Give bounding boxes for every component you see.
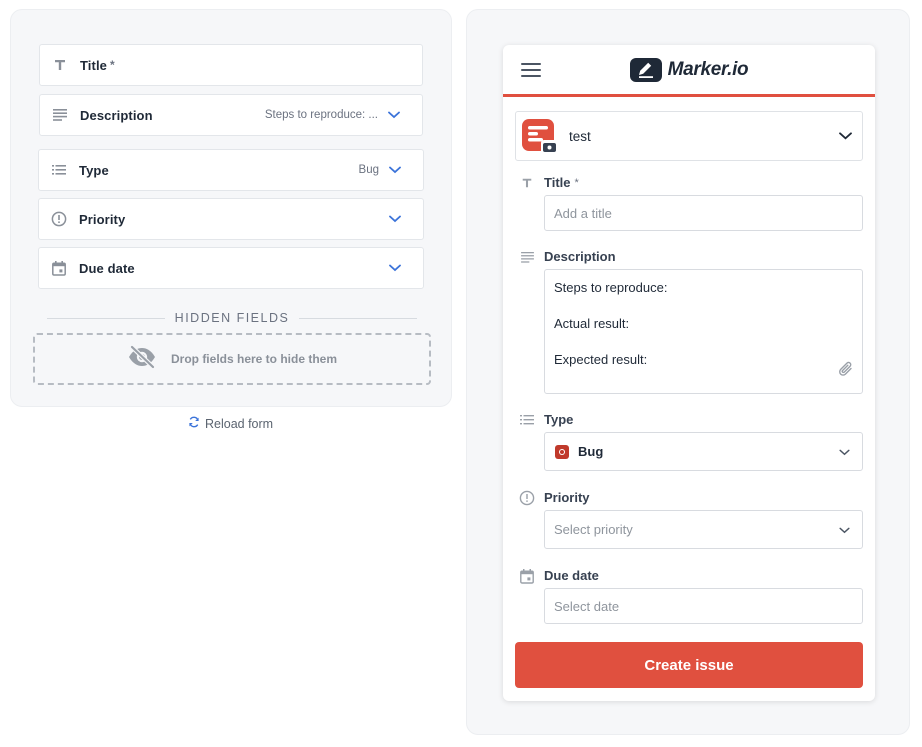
refresh-icon <box>188 416 200 431</box>
hidden-fields-header: HIDDEN FIELDS <box>47 308 417 328</box>
divider <box>299 317 417 319</box>
type-select[interactable]: Bug <box>544 432 863 471</box>
priority-icon <box>39 211 79 227</box>
builder-field-label: Priority <box>79 211 126 227</box>
title-label-text: Title <box>544 175 571 190</box>
brand-name: Marker.io <box>667 58 749 80</box>
chevron-down-icon[interactable] <box>388 111 404 119</box>
lines-icon <box>519 249 535 265</box>
eye-off-icon <box>127 344 157 374</box>
reload-form-link[interactable]: Reload form <box>188 416 273 431</box>
due-date-input[interactable] <box>544 588 863 624</box>
form-builder-panel: Title * Description Steps to reproduce: … <box>10 9 452 407</box>
builder-field-default-value: Steps to reproduce: ... <box>264 109 378 121</box>
lines-icon <box>40 109 80 121</box>
priority-placeholder: Select priority <box>554 522 633 537</box>
builder-field-label: Description <box>80 107 153 123</box>
priority-label-text: Priority <box>544 490 590 505</box>
description-line: Actual result: <box>554 316 630 331</box>
widget-preview-panel: Marker.io test Title * Descri <box>466 9 910 735</box>
builder-field-label: Type <box>79 162 109 178</box>
description-label-text: Description <box>544 249 616 264</box>
project-avatar <box>522 118 558 154</box>
widget-card: Marker.io test Title * Descri <box>503 45 875 701</box>
dropzone-text: Drop fields here to hide them <box>170 352 338 366</box>
chevron-down-icon <box>839 443 850 461</box>
priority-icon <box>519 490 535 506</box>
calendar-icon <box>519 568 535 584</box>
title-label: Title * <box>522 175 579 190</box>
description-textarea[interactable]: Steps to reproduce: Actual result: Expec… <box>544 269 863 394</box>
priority-label: Priority <box>519 490 590 506</box>
hidden-fields-dropzone[interactable]: Drop fields here to hide them <box>33 333 431 385</box>
description-line: Expected result: <box>554 352 648 367</box>
divider <box>47 317 165 319</box>
text-icon <box>519 175 535 191</box>
required-mark: * <box>110 58 115 72</box>
menu-icon[interactable] <box>521 63 541 77</box>
due-date-label: Due date <box>520 568 599 584</box>
builder-field-description[interactable]: Description Steps to reproduce: ... <box>39 94 423 136</box>
chevron-down-icon <box>839 127 852 145</box>
create-issue-button[interactable]: Create issue <box>515 642 863 688</box>
chevron-down-icon[interactable] <box>389 166 405 174</box>
builder-field-type[interactable]: Type Bug <box>38 149 424 191</box>
required-mark: * <box>574 176 579 189</box>
chevron-down-icon[interactable] <box>389 264 405 272</box>
reload-form-label: Reload form <box>205 416 274 431</box>
builder-field-label: Due date <box>79 260 135 276</box>
builder-field-title[interactable]: Title * <box>39 44 423 86</box>
bug-icon <box>555 444 569 459</box>
list-icon <box>519 412 535 428</box>
project-selector[interactable]: test <box>515 111 863 161</box>
calendar-icon <box>39 260 79 276</box>
priority-select[interactable]: Select priority <box>544 510 863 549</box>
description-label: Description <box>520 249 616 264</box>
list-icon <box>39 165 79 175</box>
widget-header: Marker.io <box>503 45 875 97</box>
builder-field-default-value: Bug <box>358 164 379 176</box>
builder-field-priority[interactable]: Priority <box>38 198 424 240</box>
due-date-label-text: Due date <box>544 568 599 583</box>
type-value: Bug <box>578 444 604 459</box>
chevron-down-icon <box>839 521 850 539</box>
builder-field-label: Title <box>80 57 107 73</box>
builder-field-due-date[interactable]: Due date <box>38 247 424 289</box>
attachment-icon[interactable] <box>838 360 854 383</box>
type-label: Type <box>520 412 574 427</box>
text-icon <box>40 58 80 72</box>
project-name: test <box>569 128 591 144</box>
marker-logo-icon <box>629 57 662 82</box>
type-label-text: Type <box>544 412 574 427</box>
chevron-down-icon[interactable] <box>389 215 405 223</box>
brand-logo: Marker.io <box>629 57 749 82</box>
hidden-fields-title: HIDDEN FIELDS <box>174 311 290 325</box>
title-input[interactable] <box>544 195 863 231</box>
description-line: Steps to reproduce: <box>554 280 668 295</box>
